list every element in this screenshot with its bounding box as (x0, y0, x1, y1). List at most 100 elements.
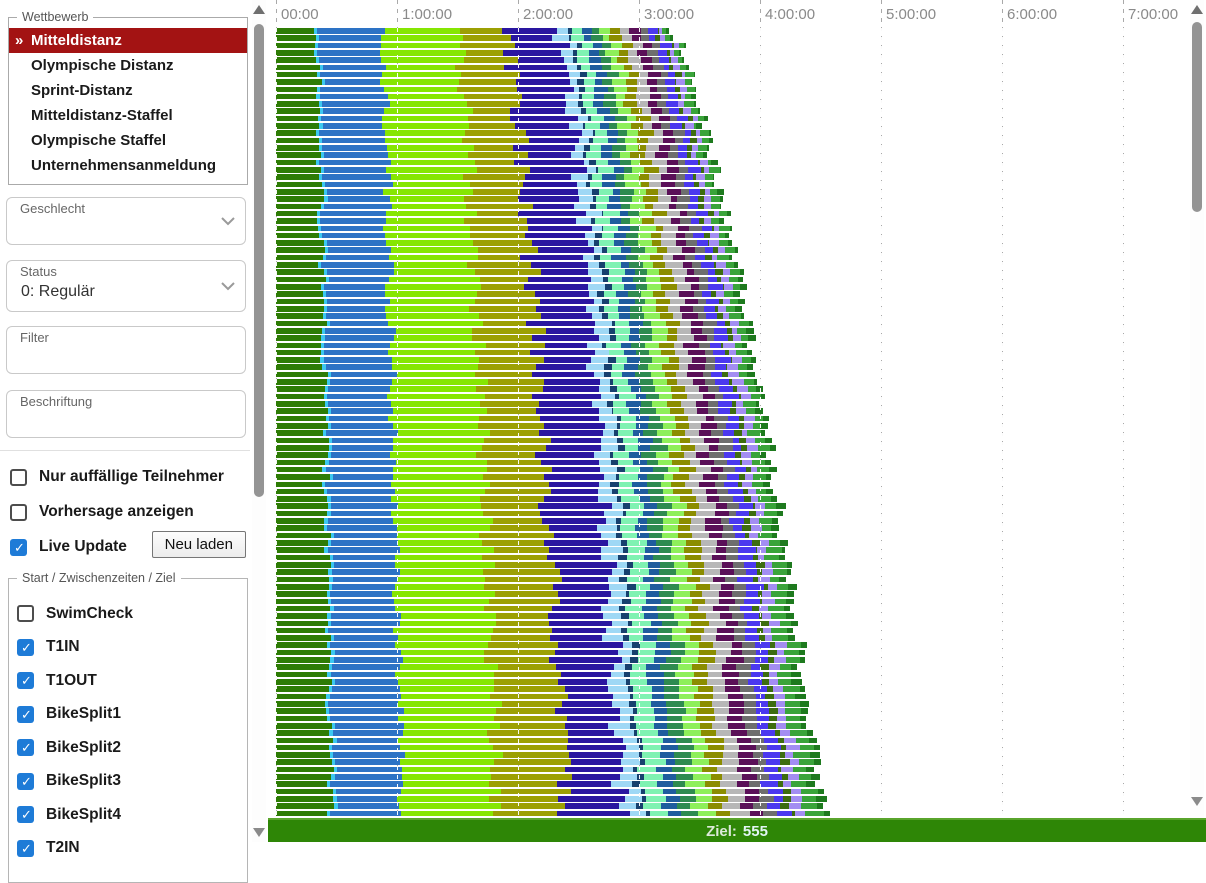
gender-select[interactable]: Geschlecht (6, 197, 246, 245)
athlete-row[interactable] (276, 642, 807, 648)
scroll-up-icon[interactable] (1191, 5, 1203, 14)
athlete-row[interactable] (276, 738, 817, 744)
athlete-row[interactable] (276, 657, 805, 663)
athlete-row[interactable] (276, 796, 827, 802)
competition-item[interactable]: Unternehmensanmeldung (9, 153, 247, 178)
athlete-row[interactable] (276, 372, 755, 378)
checkbox-unchecked-icon[interactable] (17, 605, 34, 622)
athlete-row[interactable] (276, 167, 720, 173)
athlete-row[interactable] (276, 577, 786, 583)
athlete-row[interactable] (276, 503, 786, 509)
athlete-row[interactable] (276, 547, 785, 553)
athlete-row[interactable] (276, 233, 729, 239)
athlete-row[interactable] (276, 555, 785, 561)
athlete-row[interactable] (276, 408, 763, 414)
athlete-row[interactable] (276, 204, 721, 210)
athlete-row[interactable] (276, 599, 794, 605)
athlete-row[interactable] (276, 72, 695, 78)
athlete-row[interactable] (276, 591, 794, 597)
competition-item[interactable]: »Mitteldistanz (9, 28, 247, 53)
athlete-row[interactable] (276, 335, 756, 341)
athlete-row[interactable] (276, 767, 814, 773)
status-select[interactable]: Status 0: Regulär (6, 260, 246, 312)
athlete-row[interactable] (276, 28, 669, 34)
athlete-row[interactable] (276, 694, 806, 700)
athlete-row[interactable] (276, 533, 777, 539)
athlete-row[interactable] (276, 686, 805, 692)
athlete-row[interactable] (276, 291, 740, 297)
athlete-row[interactable] (276, 152, 707, 158)
athlete-row[interactable] (276, 145, 709, 151)
athlete-row[interactable] (276, 759, 821, 765)
athlete-row[interactable] (276, 211, 731, 217)
chart-scrollbar[interactable] (1190, 0, 1204, 818)
athlete-row[interactable] (276, 621, 798, 627)
athlete-row[interactable] (276, 313, 744, 319)
athlete-row[interactable] (276, 811, 830, 817)
athlete-row[interactable] (276, 803, 823, 809)
athlete-row[interactable] (276, 269, 744, 275)
athlete-row[interactable] (276, 174, 714, 180)
athlete-row[interactable] (276, 394, 765, 400)
checkbox-checked-icon[interactable] (10, 539, 27, 556)
athlete-row[interactable] (276, 247, 738, 253)
checkbox-checked-icon[interactable] (17, 773, 34, 790)
athlete-row[interactable] (276, 474, 771, 480)
athlete-row[interactable] (276, 364, 753, 370)
athlete-row[interactable] (276, 386, 763, 392)
athlete-row[interactable] (276, 50, 681, 56)
athlete-row[interactable] (276, 43, 686, 49)
athlete-row[interactable] (276, 123, 702, 129)
checkbox-checked-icon[interactable] (17, 639, 34, 656)
athlete-row[interactable] (276, 584, 797, 590)
athlete-row[interactable] (276, 438, 772, 444)
checkbox-checked-icon[interactable] (17, 739, 34, 756)
athlete-row[interactable] (276, 350, 752, 356)
athlete-row[interactable] (276, 467, 777, 473)
athlete-row[interactable] (276, 723, 806, 729)
athlete-row[interactable] (276, 321, 753, 327)
athlete-row[interactable] (276, 196, 723, 202)
athlete-row[interactable] (276, 306, 742, 312)
checkbox-checked-icon[interactable] (17, 672, 34, 689)
sidebar-scrollbar-thumb[interactable] (254, 24, 264, 497)
athlete-row[interactable] (276, 130, 711, 136)
reload-button[interactable]: Neu laden (152, 531, 246, 558)
athlete-row[interactable] (276, 511, 783, 517)
athlete-row[interactable] (276, 606, 790, 612)
athlete-row[interactable] (276, 460, 771, 466)
athlete-row[interactable] (276, 226, 732, 232)
filter-input[interactable]: Filter (6, 326, 246, 374)
athlete-row[interactable] (276, 752, 820, 758)
sidebar-scrollbar[interactable] (252, 0, 266, 842)
competition-item[interactable]: Olympische Staffel (9, 128, 247, 153)
athlete-row[interactable] (276, 379, 757, 385)
athlete-row[interactable] (276, 613, 794, 619)
athlete-row[interactable] (276, 101, 696, 107)
athlete-row[interactable] (276, 255, 732, 261)
competition-item[interactable]: Olympische Distanz (9, 53, 247, 78)
athlete-row[interactable] (276, 160, 718, 166)
checkbox-unchecked-icon[interactable] (10, 504, 27, 521)
athlete-row[interactable] (276, 518, 778, 524)
athlete-row[interactable] (276, 116, 708, 122)
athlete-row[interactable] (276, 540, 788, 546)
athlete-row[interactable] (276, 65, 689, 71)
athlete-row[interactable] (276, 79, 692, 85)
label-input[interactable]: Beschriftung (6, 390, 246, 438)
athlete-row[interactable] (276, 87, 695, 93)
athlete-row[interactable] (276, 343, 747, 349)
athlete-row[interactable] (276, 299, 745, 305)
athlete-row[interactable] (276, 108, 700, 114)
checkbox-checked-icon[interactable] (17, 806, 34, 823)
athlete-row[interactable] (276, 482, 770, 488)
athlete-row[interactable] (276, 138, 713, 144)
chart-scrollbar-thumb[interactable] (1192, 22, 1202, 212)
athlete-row[interactable] (276, 445, 776, 451)
athlete-row[interactable] (276, 716, 806, 722)
athlete-row[interactable] (276, 745, 820, 751)
competition-item[interactable]: Mitteldistanz-Staffel (9, 103, 247, 128)
athlete-row[interactable] (276, 628, 793, 634)
athlete-row[interactable] (276, 701, 809, 707)
athlete-row[interactable] (276, 774, 820, 780)
